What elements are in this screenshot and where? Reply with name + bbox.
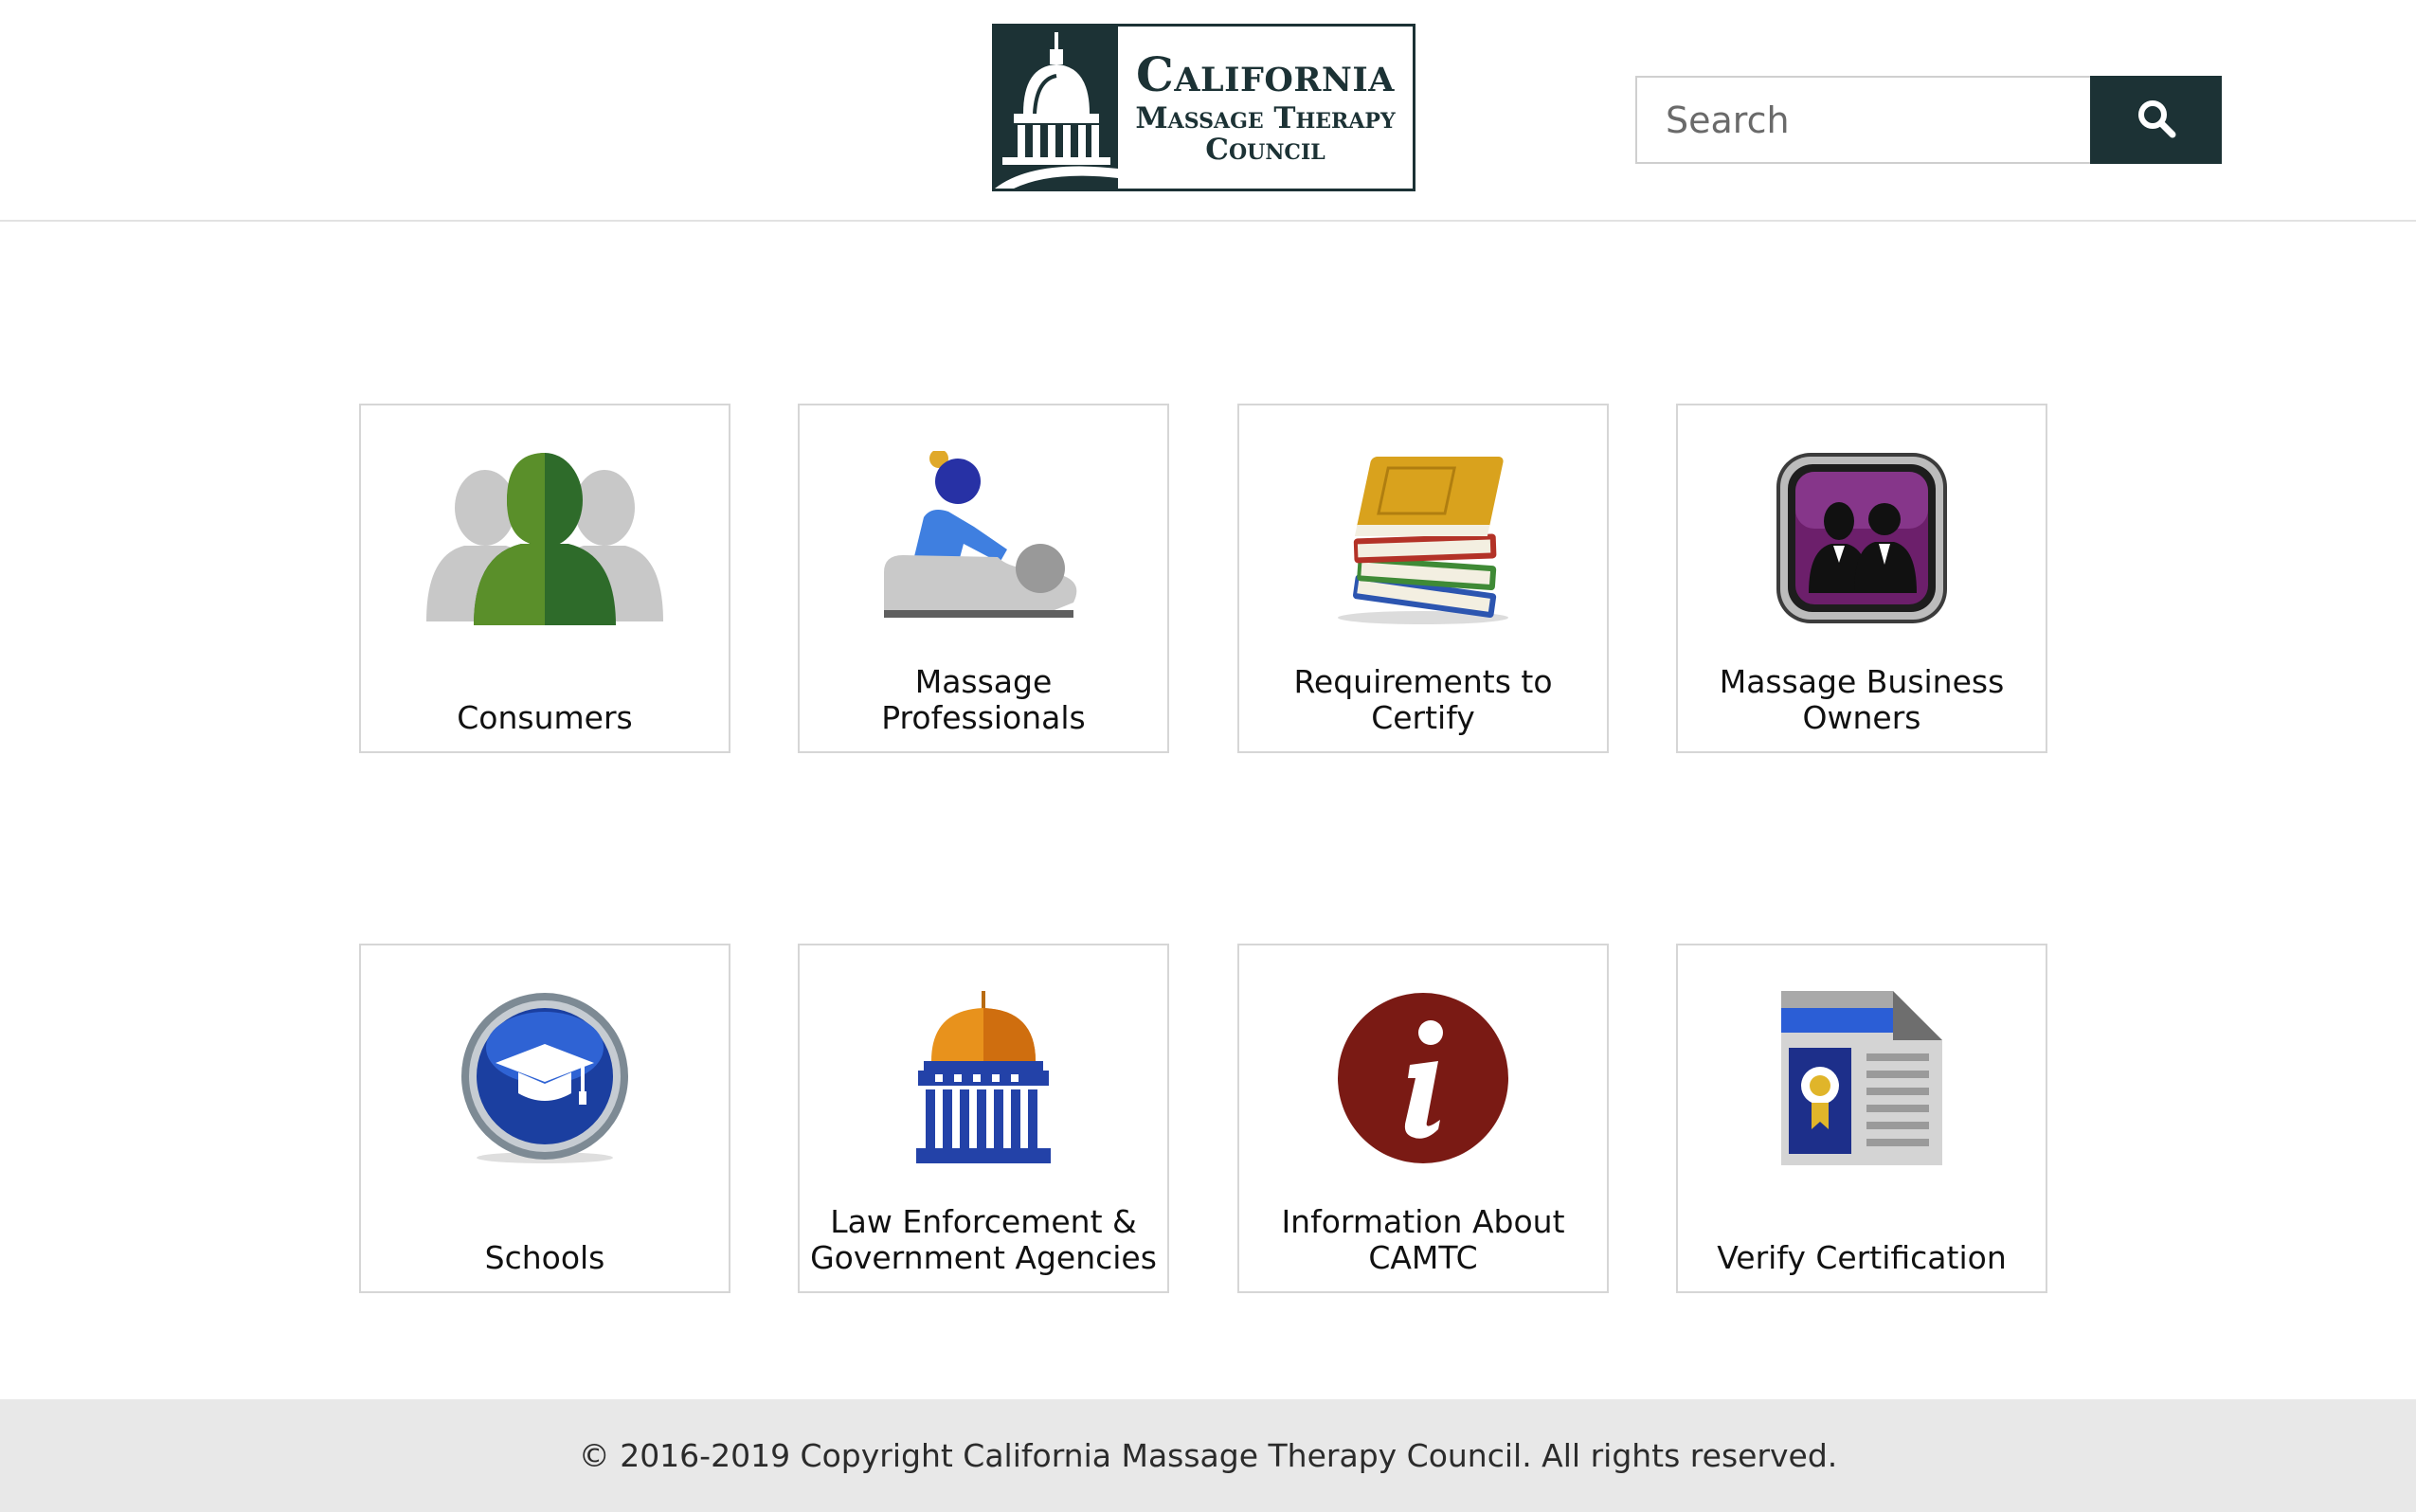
massage-therapist-icon <box>800 451 1167 625</box>
tile-information-about-camtc[interactable]: Information About CAMTC <box>1237 944 1609 1293</box>
site-footer: © 2016-2019 Copyright California Massage… <box>0 1399 2416 1512</box>
tile-verify-certification[interactable]: Verify Certification <box>1676 944 2047 1293</box>
logo-line-2: Massage Therapy <box>1135 101 1396 136</box>
business-owners-icon <box>1678 451 2046 625</box>
tile-label: Schools <box>484 1239 605 1276</box>
tile-label: Massage Professionals <box>881 663 1086 736</box>
graduation-cap-icon <box>361 991 729 1165</box>
site-logo[interactable]: California Massage Therapy Council <box>992 24 1415 191</box>
tile-massage-business-owners[interactable]: Massage Business Owners <box>1676 404 2047 753</box>
search-button[interactable] <box>2090 76 2222 164</box>
government-building-icon <box>800 991 1167 1165</box>
logo-line-3: Council <box>1205 132 1325 167</box>
search-input[interactable] <box>1635 76 2090 164</box>
logo-wordmark: California Massage Therapy Council <box>1118 27 1413 189</box>
tile-label: Information About CAMTC <box>1281 1203 1565 1276</box>
tile-requirements-to-certify[interactable]: Requirements to Certify <box>1237 404 1609 753</box>
tile-consumers[interactable]: Consumers <box>359 404 730 753</box>
tile-label: Verify Certification <box>1717 1239 2007 1276</box>
certificate-icon <box>1678 991 2046 1165</box>
site-header: California Massage Therapy Council <box>0 0 2416 222</box>
capitol-dome-icon <box>995 27 1118 189</box>
logo-line-1: California <box>1136 45 1395 102</box>
copyright-text: © 2016-2019 Copyright California Massage… <box>578 1437 1838 1474</box>
info-icon <box>1239 991 1607 1165</box>
tile-massage-professionals[interactable]: Massage Professionals <box>798 404 1169 753</box>
tile-label: Requirements to Certify <box>1293 663 1553 736</box>
tile-label: Law Enforcement & Government Agencies <box>810 1203 1157 1276</box>
search-icon <box>2137 99 2176 141</box>
tile-label: Consumers <box>457 699 633 736</box>
tile-label: Massage Business Owners <box>1719 663 2005 736</box>
tile-schools[interactable]: Schools <box>359 944 730 1293</box>
search-form <box>1635 76 2222 164</box>
tile-law-enforcement-government-agencies[interactable]: Law Enforcement & Government Agencies <box>798 944 1169 1293</box>
consumers-people-icon <box>361 451 729 625</box>
books-stack-icon <box>1239 451 1607 625</box>
